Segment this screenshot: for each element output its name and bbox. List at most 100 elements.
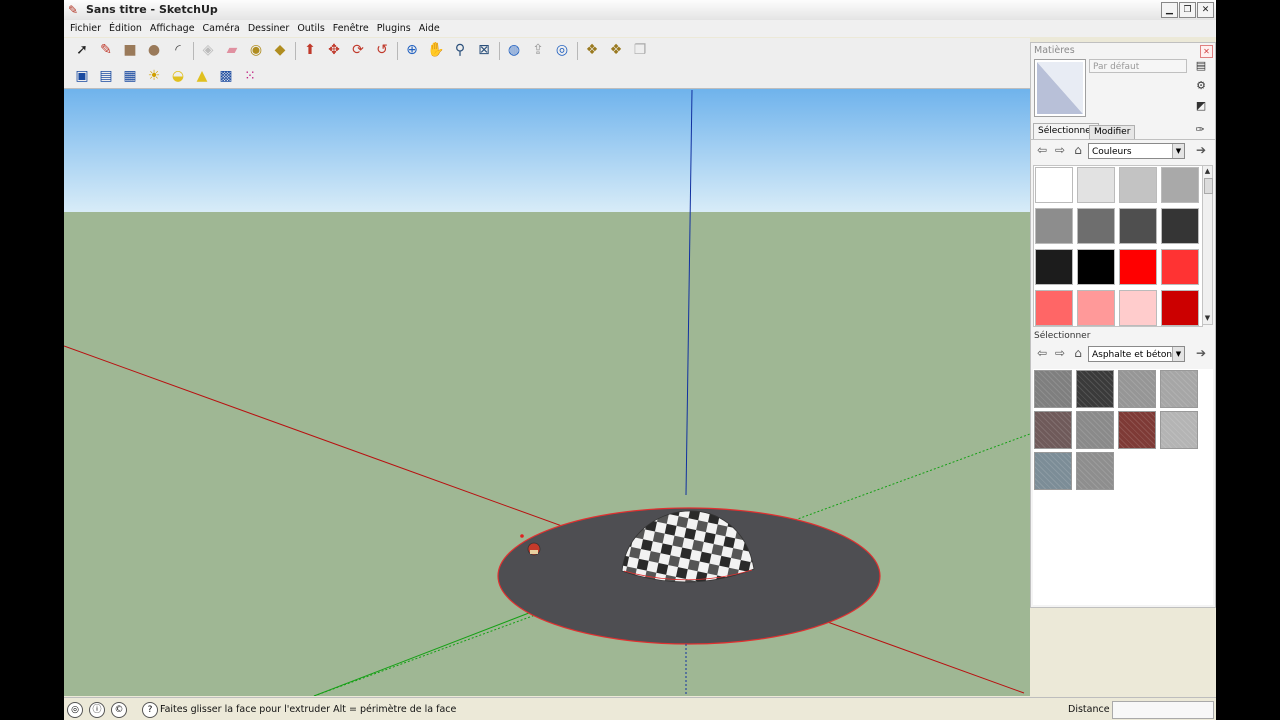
zoom-tool-icon[interactable]: ⚲	[450, 40, 470, 60]
share-component-icon[interactable]: ❐	[630, 40, 650, 60]
back-arrow-icon[interactable]: ⇦	[1035, 346, 1049, 360]
pencil-tool-icon[interactable]: ✎	[96, 40, 116, 60]
color-swatch[interactable]	[1035, 208, 1073, 244]
pan-tool-icon[interactable]: ✋	[426, 40, 446, 60]
circle-tool-icon[interactable]: ●	[144, 40, 164, 60]
menu-affichage[interactable]: Affichage	[146, 20, 199, 37]
color-swatch[interactable]	[1035, 249, 1073, 285]
color-swatch[interactable]	[1035, 167, 1073, 203]
texture-ribbed-concrete[interactable]	[1076, 452, 1114, 490]
outliner-icon[interactable]: ▤	[96, 66, 116, 86]
rectangle-tool-icon[interactable]: ■	[120, 40, 140, 60]
texture-smooth-concrete[interactable]	[1160, 411, 1198, 449]
color-swatch[interactable]	[1119, 167, 1157, 203]
details-arrow-icon[interactable]: ➔	[1194, 143, 1208, 157]
title-bar[interactable]: ✎ Sans titre - SketchUp ▁ ❐ ✕	[64, 0, 1216, 21]
home-icon[interactable]: ⌂	[1071, 143, 1085, 157]
help-icon[interactable]: ?	[142, 702, 158, 718]
menu-dessiner[interactable]: Dessiner	[244, 20, 293, 37]
share-model-icon[interactable]: ⇪	[528, 40, 548, 60]
component-icon[interactable]: ❖	[582, 40, 602, 60]
texture-light-concrete[interactable]	[1160, 370, 1198, 408]
styles-icon[interactable]: ▩	[216, 66, 236, 86]
menu-plugins[interactable]: Plugins	[373, 20, 415, 37]
create-material-icon[interactable]: ⚙	[1194, 79, 1208, 93]
rotate-tool-icon[interactable]: ⟳	[348, 40, 368, 60]
home-icon[interactable]: ⌂	[1071, 346, 1085, 360]
copyright-icon[interactable]: ©	[111, 702, 127, 718]
push-pull-icon[interactable]: ⬆	[300, 40, 320, 60]
color-swatch[interactable]	[1077, 167, 1115, 203]
tape-measure-icon[interactable]: ◉	[246, 40, 266, 60]
scroll-down-icon[interactable]: ▼	[1203, 313, 1212, 324]
swatch-scrollbar[interactable]: ▲ ▼	[1202, 165, 1213, 325]
maximize-icon[interactable]: ❐	[1179, 2, 1196, 18]
shadow-settings-icon[interactable]: ☀	[144, 66, 164, 86]
paint-bucket-icon[interactable]: ◆	[270, 40, 290, 60]
3d-warehouse-icon[interactable]: ◍	[504, 40, 524, 60]
menu-fenetre[interactable]: Fenêtre	[329, 20, 373, 37]
scroll-up-icon[interactable]: ▲	[1203, 166, 1212, 177]
texture-concrete-block[interactable]	[1076, 411, 1114, 449]
texture-blue-grey-stone[interactable]	[1034, 452, 1072, 490]
scene-canvas[interactable]	[64, 89, 1030, 696]
orbit-tool-icon[interactable]: ⊕	[402, 40, 422, 60]
color-swatch[interactable]	[1035, 290, 1073, 326]
menu-camera[interactable]: Caméra	[199, 20, 244, 37]
arc-tool-icon[interactable]: ◜	[168, 40, 188, 60]
credits-icon[interactable]: ⓘ	[89, 702, 105, 718]
secondary-toolbar: ▣ ▤ ▦ ☀ ◒ ▲ ▩ ⁙	[64, 64, 1030, 89]
color-swatch[interactable]	[1161, 167, 1199, 203]
forward-arrow-icon[interactable]: ⇨	[1053, 143, 1067, 157]
menu-fichier[interactable]: Fichier	[66, 20, 105, 37]
select-tool-icon[interactable]: ➚	[72, 40, 92, 60]
color-swatch[interactable]	[1119, 290, 1157, 326]
shadows-toggle-icon[interactable]: ◒	[168, 66, 188, 86]
menu-edition[interactable]: Édition	[105, 20, 146, 37]
texture-brick-paving[interactable]	[1034, 411, 1072, 449]
offset-tool-icon[interactable]: ↺	[372, 40, 392, 60]
texture-dark-asphalt[interactable]	[1076, 370, 1114, 408]
tab-edit[interactable]: Modifier	[1089, 125, 1136, 139]
get-models-icon[interactable]: ◎	[552, 40, 572, 60]
materials-grid-icon[interactable]: ⁙	[240, 66, 260, 86]
texture-stone-pavers[interactable]	[1034, 370, 1072, 408]
default-material-icon[interactable]: ◩	[1194, 99, 1208, 113]
show-secondary-pane-icon[interactable]: ▤	[1194, 59, 1208, 73]
color-swatch[interactable]	[1161, 249, 1199, 285]
make-component-icon[interactable]: ◈	[198, 40, 218, 60]
menu-aide[interactable]: Aide	[415, 20, 444, 37]
color-swatch[interactable]	[1077, 249, 1115, 285]
color-swatch[interactable]	[1161, 290, 1199, 326]
eyedropper-icon[interactable]: ✑	[1193, 123, 1207, 137]
texture-grey-concrete[interactable]	[1118, 370, 1156, 408]
library-dropdown-1[interactable]: Couleurs ▼	[1088, 143, 1185, 159]
move-tool-icon[interactable]: ✥	[324, 40, 344, 60]
material-name-field[interactable]: Par défaut	[1089, 59, 1187, 73]
library-dropdown-2-value: Asphalte et béton	[1092, 350, 1173, 360]
texture-red-asphalt[interactable]	[1118, 411, 1156, 449]
color-swatch[interactable]	[1077, 208, 1115, 244]
component-options-icon[interactable]: ❖	[606, 40, 626, 60]
layers-icon[interactable]: ▣	[72, 66, 92, 86]
geolocation-icon[interactable]: ◎	[67, 702, 83, 718]
measurement-input[interactable]	[1112, 701, 1214, 719]
close-icon[interactable]: ✕	[1200, 45, 1213, 58]
fog-icon[interactable]: ▲	[192, 66, 212, 86]
scenes-icon[interactable]: ▦	[120, 66, 140, 86]
minimize-icon[interactable]: ▁	[1161, 2, 1178, 18]
details-arrow-icon[interactable]: ➔	[1194, 346, 1208, 360]
library-dropdown-2[interactable]: Asphalte et béton ▼	[1088, 346, 1185, 362]
back-arrow-icon[interactable]: ⇦	[1035, 143, 1049, 157]
scroll-thumb[interactable]	[1204, 178, 1213, 194]
eraser-tool-icon[interactable]: ▰	[222, 40, 242, 60]
zoom-extents-icon[interactable]: ⊠	[474, 40, 494, 60]
color-swatch[interactable]	[1077, 290, 1115, 326]
color-swatch[interactable]	[1161, 208, 1199, 244]
forward-arrow-icon[interactable]: ⇨	[1053, 346, 1067, 360]
3d-viewport[interactable]	[64, 89, 1030, 696]
close-icon[interactable]: ✕	[1197, 2, 1214, 18]
color-swatch[interactable]	[1119, 208, 1157, 244]
color-swatch[interactable]	[1119, 249, 1157, 285]
menu-outils[interactable]: Outils	[293, 20, 328, 37]
